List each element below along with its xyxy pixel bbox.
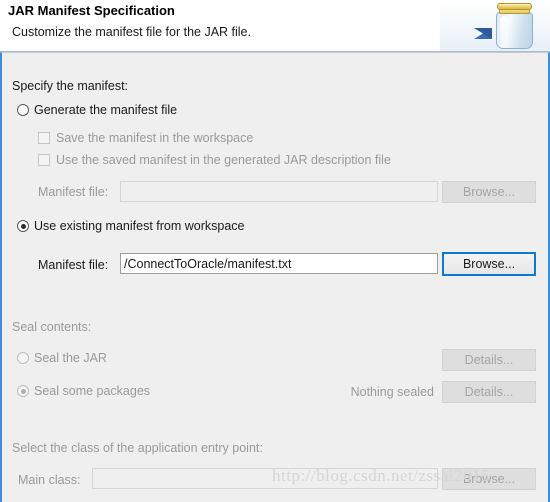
jar-icon — [493, 2, 536, 50]
checkbox-use-saved-manifest-box[interactable] — [38, 154, 50, 166]
header-artwork — [440, 0, 550, 51]
jar-lid-icon — [497, 3, 532, 10]
existing-manifest-file-label: Manifest file: — [38, 258, 109, 272]
generate-manifest-file-label: Manifest file: — [38, 185, 109, 199]
existing-manifest-file-input[interactable]: /ConnectToOracle/manifest.txt — [120, 253, 438, 274]
seal-contents-label: Seal contents: — [12, 320, 92, 334]
radio-seal-the-jar-label: Seal the JAR — [34, 351, 107, 365]
checkbox-use-saved-manifest[interactable]: Use the saved manifest in the generated … — [38, 153, 391, 167]
radio-use-existing-manifest[interactable]: Use existing manifest from workspace — [17, 219, 245, 233]
radio-generate-manifest-label: Generate the manifest file — [34, 103, 178, 117]
page-subtitle: Customize the manifest file for the JAR … — [12, 25, 251, 39]
wizard-content-panel: Specify the manifest: Generate the manif… — [0, 52, 550, 502]
specify-manifest-label: Specify the manifest: — [12, 79, 129, 93]
existing-manifest-browse-button[interactable]: Browse... — [442, 252, 536, 276]
radio-generate-manifest-indicator[interactable] — [17, 104, 29, 116]
generate-manifest-browse-button[interactable]: Browse... — [442, 181, 536, 203]
jar-gloss-icon — [500, 16, 508, 42]
entry-point-label: Select the class of the application entr… — [12, 441, 263, 455]
main-class-input[interactable] — [92, 468, 438, 489]
radio-seal-some-packages-indicator[interactable] — [17, 385, 29, 397]
radio-seal-the-jar-indicator[interactable] — [17, 352, 29, 364]
checkbox-save-manifest-workspace-label: Save the manifest in the workspace — [56, 131, 254, 145]
radio-seal-some-packages[interactable]: Seal some packages — [17, 384, 150, 398]
radio-use-existing-manifest-label: Use existing manifest from workspace — [34, 219, 245, 233]
radio-seal-the-jar[interactable]: Seal the JAR — [17, 351, 107, 365]
wizard-header: JAR Manifest Specification Customize the… — [0, 0, 550, 52]
main-class-label: Main class: — [18, 473, 81, 487]
nothing-sealed-status: Nothing sealed — [350, 385, 434, 399]
main-class-browse-button[interactable]: Browse... — [442, 468, 536, 490]
radio-seal-some-packages-label: Seal some packages — [34, 384, 151, 398]
radio-use-existing-manifest-indicator[interactable] — [17, 220, 29, 232]
seal-some-packages-details-button[interactable]: Details... — [442, 381, 536, 403]
generate-manifest-file-input[interactable] — [120, 181, 438, 202]
jar-manifest-wizard-page: JAR Manifest Specification Customize the… — [0, 0, 550, 502]
checkbox-use-saved-manifest-label: Use the saved manifest in the generated … — [56, 153, 391, 167]
checkbox-save-manifest-workspace-box[interactable] — [38, 132, 50, 144]
checkbox-save-manifest-workspace[interactable]: Save the manifest in the workspace — [38, 131, 253, 145]
radio-generate-manifest[interactable]: Generate the manifest file — [17, 103, 177, 117]
blue-arrow-icon-top — [474, 28, 492, 39]
page-title: JAR Manifest Specification — [8, 3, 175, 18]
seal-the-jar-details-button[interactable]: Details... — [442, 349, 536, 371]
